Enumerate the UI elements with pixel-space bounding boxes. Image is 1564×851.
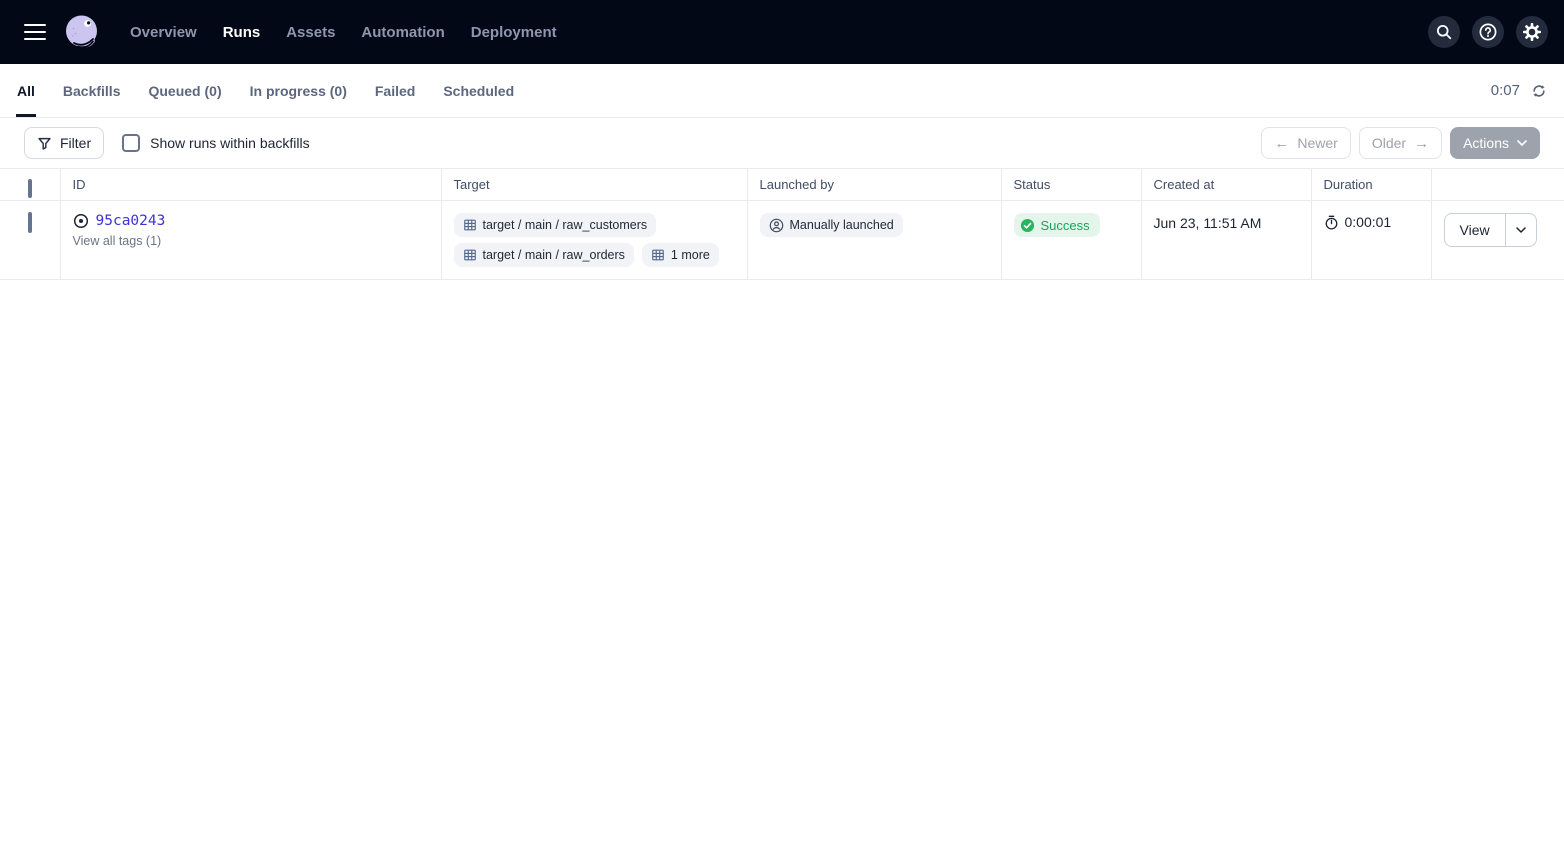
table-header-row: ID Target Launched by Status Created at … <box>0 169 1564 201</box>
header-id: ID <box>60 169 441 201</box>
arrow-right-icon: → <box>1414 136 1429 151</box>
view-button[interactable]: View <box>1445 214 1505 246</box>
header-launched-by: Launched by <box>747 169 1001 201</box>
tab-all[interactable]: All <box>16 64 36 117</box>
actions-button-label: Actions <box>1463 135 1509 151</box>
search-icon <box>1435 23 1453 41</box>
help-icon <box>1478 22 1498 42</box>
help-button[interactable] <box>1472 16 1504 48</box>
nav-item-overview[interactable]: Overview <box>130 24 197 41</box>
older-button-label: Older <box>1372 135 1406 151</box>
tab-backfills[interactable]: Backfills <box>62 64 122 117</box>
tab-failed[interactable]: Failed <box>374 64 416 117</box>
header-actions <box>1431 169 1564 201</box>
user-icon <box>769 218 784 233</box>
row-checkbox[interactable] <box>28 212 32 233</box>
filter-funnel-icon <box>37 136 52 151</box>
header-created-at: Created at <box>1141 169 1311 201</box>
row-actions-cell: View <box>1431 201 1564 280</box>
target-cell: target / main / raw_customers <box>441 201 747 280</box>
header-target: Target <box>441 169 747 201</box>
nav-item-automation[interactable]: Automation <box>361 24 444 41</box>
tab-queued[interactable]: Queued (0) <box>147 64 222 117</box>
asset-tag[interactable]: target / main / raw_orders <box>454 243 634 267</box>
table-grid-icon <box>463 218 477 232</box>
stopwatch-icon <box>1324 215 1339 230</box>
view-all-tags-link[interactable]: View all tags (1) <box>73 234 429 248</box>
header-duration: Duration <box>1311 169 1431 201</box>
created-at-cell: Jun 23, 11:51 AM <box>1141 201 1311 280</box>
header-status: Status <box>1001 169 1141 201</box>
nav-item-deployment[interactable]: Deployment <box>471 24 557 41</box>
launched-by-tag[interactable]: Manually launched <box>760 213 903 237</box>
more-assets-label: 1 more <box>671 248 710 262</box>
search-button[interactable] <box>1428 16 1460 48</box>
duration-cell: 0:00:01 <box>1311 201 1431 280</box>
created-at-value: Jun 23, 11:51 AM <box>1154 213 1299 231</box>
newer-button[interactable]: ← Newer <box>1261 127 1350 159</box>
dagster-logo-icon[interactable] <box>62 12 102 52</box>
launched-by-cell: Manually launched <box>747 201 1001 280</box>
table-grid-icon <box>651 248 665 262</box>
table-grid-icon <box>463 248 477 262</box>
refresh-countdown: 0:07 <box>1491 82 1520 99</box>
gear-icon <box>1522 22 1542 42</box>
run-id-link[interactable]: 95ca0243 <box>96 213 166 229</box>
refresh-button[interactable] <box>1530 82 1548 100</box>
status-label: Success <box>1041 218 1090 233</box>
nav-item-runs[interactable]: Runs <box>223 24 261 41</box>
status-badge[interactable]: Success <box>1014 213 1100 237</box>
nav-item-assets[interactable]: Assets <box>286 24 335 41</box>
view-split-button: View <box>1444 213 1537 247</box>
view-dropdown-button[interactable] <box>1505 214 1536 246</box>
run-id-cell: 95ca0243 View all tags (1) <box>60 201 441 280</box>
run-target-icon <box>73 213 89 229</box>
chevron-down-icon <box>1517 140 1527 146</box>
asset-tag[interactable]: target / main / raw_customers <box>454 213 657 237</box>
tab-in-progress[interactable]: In progress (0) <box>249 64 348 117</box>
select-all-checkbox[interactable] <box>28 179 32 198</box>
runs-tab-bar: All Backfills Queued (0) In progress (0)… <box>0 64 1564 118</box>
duration-value: 0:00:01 <box>1345 214 1392 230</box>
filter-button-label: Filter <box>60 135 91 151</box>
tab-scheduled[interactable]: Scheduled <box>442 64 515 117</box>
refresh-icon <box>1530 82 1548 100</box>
filter-button[interactable]: Filter <box>24 127 104 159</box>
runs-table: ID Target Launched by Status Created at … <box>0 168 1564 280</box>
older-button[interactable]: Older → <box>1359 127 1442 159</box>
asset-tag-label: target / main / raw_orders <box>483 248 625 262</box>
arrow-left-icon: ← <box>1274 136 1289 151</box>
run-row: 95ca0243 View all tags (1) <box>0 201 1564 280</box>
runs-toolbar: Filter Show runs within backfills ← Newe… <box>0 118 1564 168</box>
check-circle-icon <box>1020 218 1035 233</box>
top-nav: Overview Runs Assets Automation Deployme… <box>0 0 1564 64</box>
more-assets-tag[interactable]: 1 more <box>642 243 719 267</box>
newer-button-label: Newer <box>1297 135 1337 151</box>
show-backfills-checkbox[interactable] <box>122 134 140 152</box>
show-backfills-label[interactable]: Show runs within backfills <box>150 135 310 151</box>
asset-tag-label: target / main / raw_customers <box>483 218 648 232</box>
launched-by-label: Manually launched <box>790 218 894 232</box>
actions-button[interactable]: Actions <box>1450 127 1540 159</box>
status-cell: Success <box>1001 201 1141 280</box>
settings-button[interactable] <box>1516 16 1548 48</box>
chevron-down-icon <box>1516 227 1526 233</box>
primary-nav: Overview Runs Assets Automation Deployme… <box>130 24 557 41</box>
hamburger-menu-icon[interactable] <box>16 13 54 51</box>
